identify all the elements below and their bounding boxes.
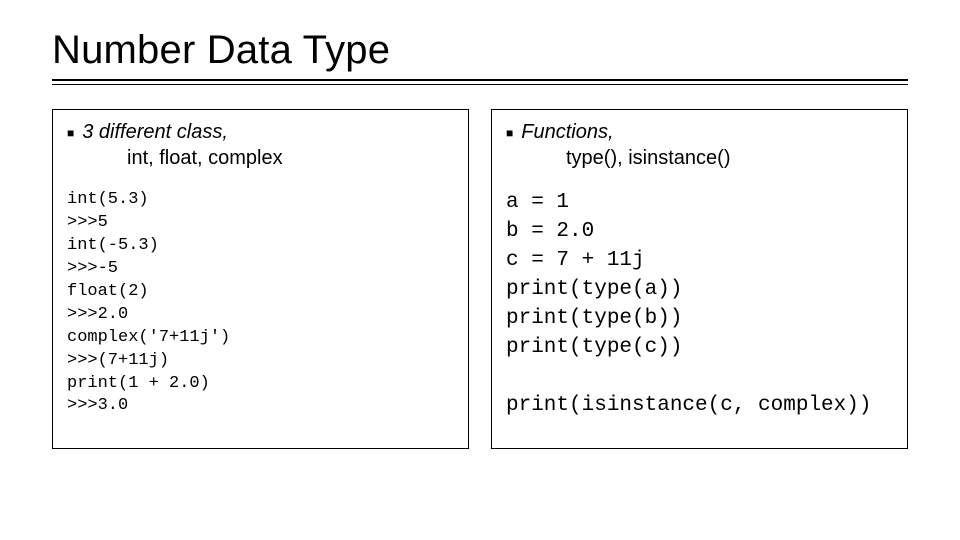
spacer <box>67 171 454 189</box>
columns: ■ 3 different class, int, float, complex… <box>52 109 908 449</box>
left-bullet: ■ 3 different class, <box>67 120 454 145</box>
right-bullet: ■ Functions, <box>506 120 893 145</box>
divider-thick <box>52 79 908 81</box>
divider-thin <box>52 84 908 85</box>
square-bullet-icon: ■ <box>506 126 513 141</box>
left-code-block: int(5.3) >>>5 int(-5.3) >>>-5 float(2) >… <box>67 189 454 418</box>
right-box: ■ Functions, type(), isinstance() a = 1 … <box>491 109 908 449</box>
page-title: Number Data Type <box>52 28 908 73</box>
left-sub-text: int, float, complex <box>127 145 454 171</box>
right-bullet-text: Functions, <box>521 120 613 145</box>
slide: Number Data Type ■ 3 different class, in… <box>0 0 960 469</box>
left-box: ■ 3 different class, int, float, complex… <box>52 109 469 449</box>
spacer <box>506 171 893 189</box>
right-code-block: a = 1 b = 2.0 c = 7 + 11j print(type(a))… <box>506 189 893 421</box>
square-bullet-icon: ■ <box>67 126 74 141</box>
left-bullet-text: 3 different class, <box>82 120 228 145</box>
right-sub-text: type(), isinstance() <box>566 145 893 171</box>
